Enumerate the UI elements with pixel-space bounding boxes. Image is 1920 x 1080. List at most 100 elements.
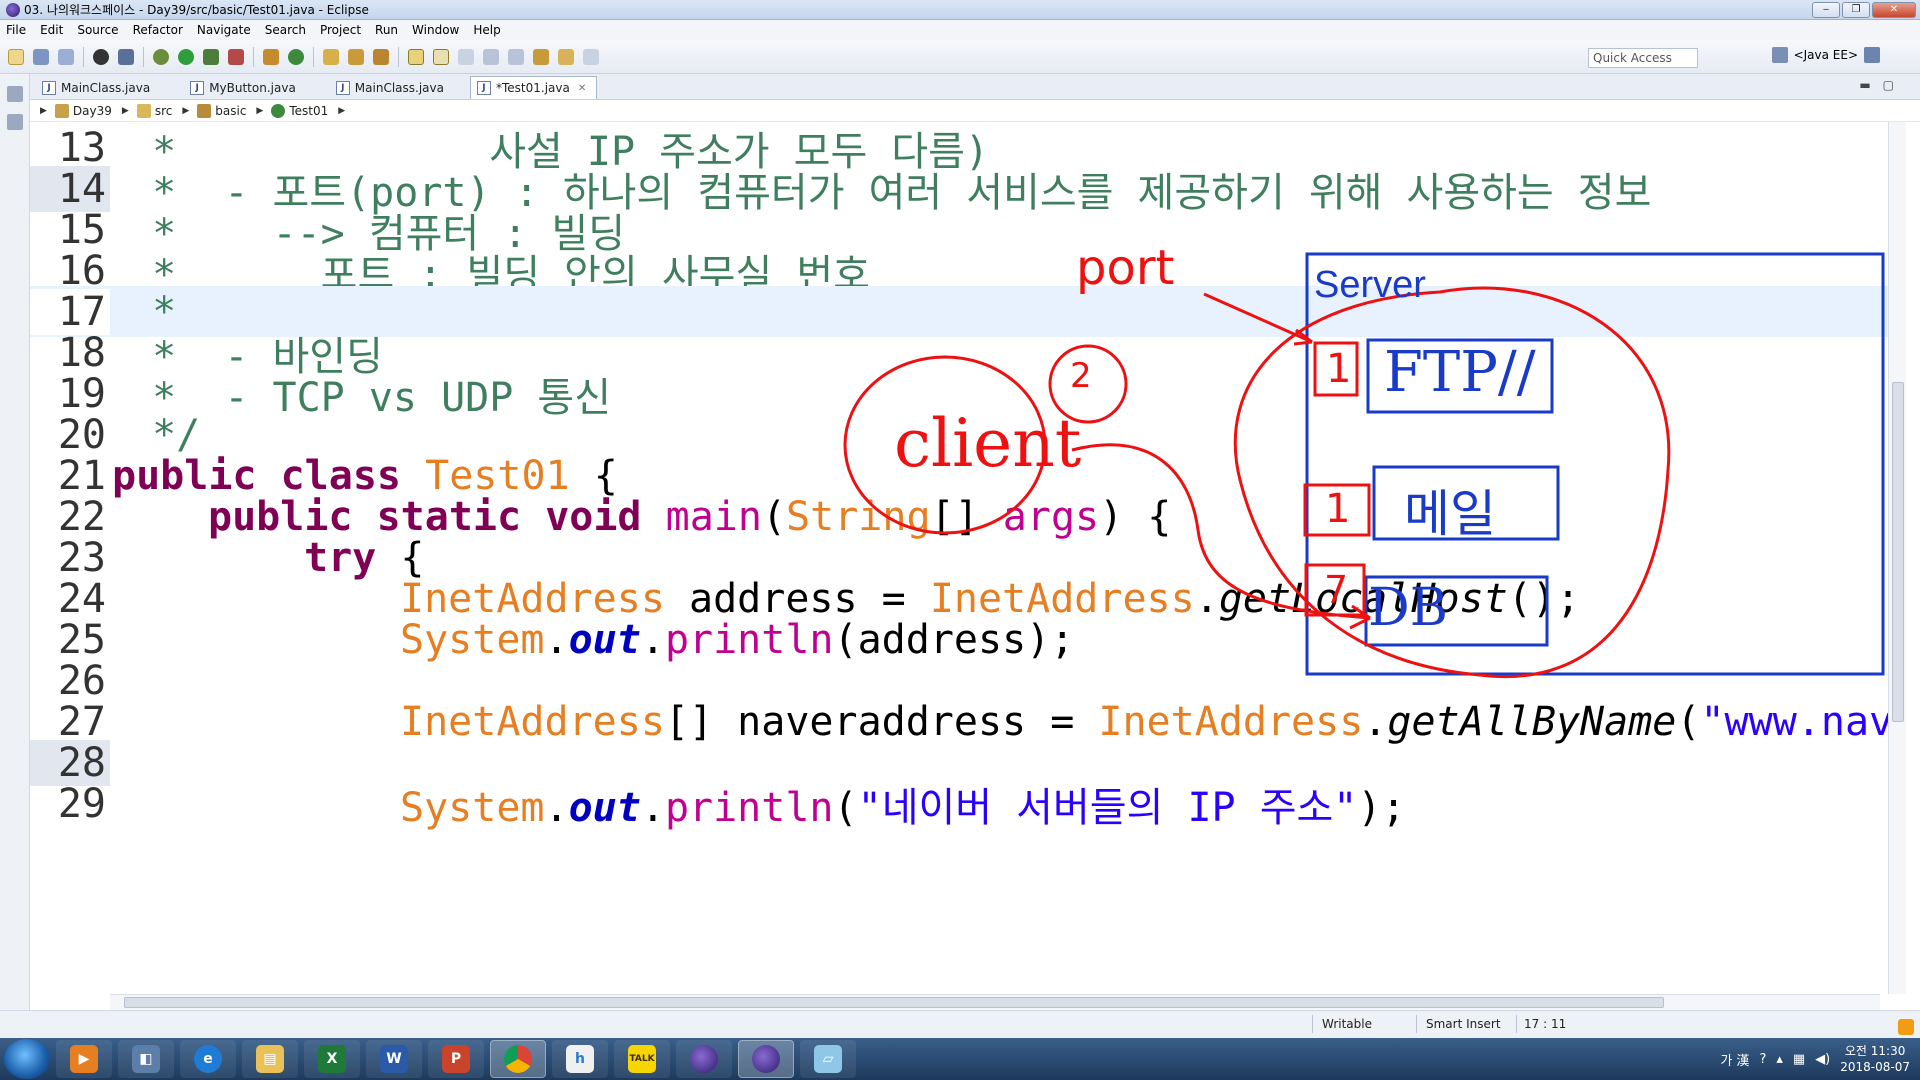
tab-mainclass-1[interactable]: J MainClass.java (36, 76, 160, 99)
ime-indicator[interactable]: 가 漢 (1720, 1050, 1749, 1069)
status-insert-mode[interactable]: Smart Insert (1426, 1017, 1501, 1031)
debug-icon[interactable] (153, 48, 169, 65)
clock[interactable]: 오전 11:30 2018-08-07 (1840, 1043, 1910, 1075)
clock-time: 오전 11:30 (1844, 1044, 1906, 1058)
taskbar-app-excel[interactable]: X (304, 1040, 360, 1078)
network-icon[interactable]: ▦ (1793, 1052, 1805, 1067)
last-edit-location-icon[interactable] (533, 48, 549, 65)
chevron-right-icon: ▶ (338, 105, 346, 116)
taskbar-app-image-viewer[interactable]: ◧ (118, 1040, 174, 1078)
perspective-java-ee[interactable]: <Java EE> (1794, 48, 1858, 62)
package-explorer-icon[interactable] (6, 114, 23, 130)
close-tab-icon[interactable]: ✕ (578, 83, 586, 94)
clock-date: 2018-08-07 (1840, 1060, 1910, 1074)
maximize-view-icon[interactable]: ▢ (1883, 78, 1906, 92)
coverage-icon[interactable] (203, 48, 219, 65)
menu-edit[interactable]: Edit (40, 23, 63, 37)
taskbar-app-media-player[interactable]: ▶ (56, 1040, 112, 1078)
close-button[interactable]: ✕ (1872, 2, 1916, 18)
external-tools-icon[interactable] (228, 48, 244, 65)
restore-button[interactable]: ❐ (1842, 2, 1870, 18)
breadcrumb-label: src (154, 103, 173, 118)
minimize-view-icon[interactable]: ▬ (1859, 78, 1882, 92)
menu-navigate[interactable]: Navigate (197, 23, 251, 37)
toggle-block-selection-icon[interactable] (433, 48, 449, 65)
open-task-icon[interactable] (348, 48, 364, 65)
horizontal-scroll-thumb[interactable] (124, 997, 1664, 1008)
tab-mybutton[interactable]: J MyButton.java (184, 76, 306, 99)
hancom-icon: h (566, 1045, 594, 1073)
breadcrumb-package[interactable]: basic (197, 103, 247, 118)
taskbar-app-powerpoint[interactable]: P (428, 1040, 484, 1078)
breadcrumb-label: basic (215, 103, 247, 118)
minimize-button[interactable]: ‒ (1812, 2, 1840, 18)
taskbar-app-hancom[interactable]: h (552, 1040, 608, 1078)
perspective-switcher[interactable]: <Java EE> (1771, 47, 1880, 63)
profile-icon[interactable] (93, 48, 109, 65)
menu-refactor[interactable]: Refactor (133, 23, 183, 37)
code-editor[interactable]: 13 * 사설 IP 주소가 모두 다름) 14 * - 포트(port) : … (30, 122, 1888, 994)
taskbar-app-eclipse-1[interactable] (676, 1040, 732, 1078)
save-icon[interactable] (33, 48, 49, 65)
open-type-icon[interactable] (323, 48, 339, 65)
chevron-right-icon: ▶ (256, 105, 264, 116)
code-line[interactable]: 29 System.out.println("네이버 서버들의 IP 주소"); (30, 778, 1888, 831)
new-icon[interactable] (8, 48, 24, 65)
breadcrumb-label: Test01 (289, 103, 329, 118)
word-icon: W (380, 1045, 408, 1073)
taskbar-app-notepad[interactable]: ▱ (800, 1040, 856, 1078)
tab-test01[interactable]: J *Test01.java ✕ (469, 76, 598, 99)
annotation-port-2: 1 (1325, 486, 1351, 532)
new-java-project-icon[interactable] (263, 48, 279, 65)
breadcrumb-class[interactable]: Test01 (271, 103, 329, 118)
taskbar-app-file-explorer[interactable]: ▤ (242, 1040, 298, 1078)
menu-project[interactable]: Project (320, 23, 361, 37)
vertical-scrollbar[interactable] (1888, 122, 1906, 994)
volume-icon[interactable]: ◀) (1815, 1052, 1830, 1067)
taskbar-app-internet-explorer[interactable]: e (180, 1040, 236, 1078)
run-icon[interactable] (178, 48, 194, 65)
chevron-right-icon: ▶ (121, 105, 129, 116)
menu-file[interactable]: File (6, 23, 26, 37)
editor-view-controls[interactable]: ▬▢ (1859, 78, 1906, 92)
taskbar-app-kakaotalk[interactable]: TALK (614, 1040, 670, 1078)
menu-run[interactable]: Run (375, 23, 398, 37)
search-icon[interactable] (373, 48, 389, 65)
menu-window[interactable]: Window (412, 23, 459, 37)
toggle-mark-occurrences-icon[interactable] (408, 48, 424, 65)
forward-icon[interactable] (583, 48, 599, 65)
start-button[interactable] (4, 1039, 50, 1079)
rss-icon[interactable] (1898, 1019, 1914, 1035)
help-icon[interactable]: ? (1759, 1052, 1766, 1067)
open-perspective-icon[interactable] (1771, 47, 1788, 63)
quick-access-input[interactable]: Quick Access (1588, 48, 1698, 68)
type-name: System (400, 784, 545, 831)
java-perspective-icon[interactable] (1864, 47, 1880, 63)
new-class-icon[interactable] (288, 48, 304, 65)
taskbar-app-chrome[interactable] (490, 1040, 546, 1078)
breadcrumb-project[interactable]: Day39 (54, 103, 112, 118)
tab-mainclass-2[interactable]: J MainClass.java (330, 76, 454, 99)
next-annotation-icon[interactable] (483, 48, 499, 65)
kakaotalk-icon: TALK (628, 1045, 656, 1073)
taskbar-app-word[interactable]: W (366, 1040, 422, 1078)
annotation-port-3: 7 (1324, 568, 1349, 612)
save-all-icon[interactable] (58, 48, 74, 65)
restore-view-icon[interactable] (6, 86, 23, 102)
skip-breakpoints-icon[interactable] (118, 48, 134, 65)
status-separator (1312, 1015, 1313, 1033)
horizontal-scrollbar[interactable] (110, 994, 1880, 1010)
windows-taskbar: ▶ ◧ e ▤ X W P h TALK ▱ 가 漢 ? ▴ ▦ ◀) 오전 1… (0, 1038, 1920, 1080)
show-whitespace-icon[interactable] (458, 48, 474, 65)
tab-label: MainClass.java (61, 80, 151, 95)
menu-source[interactable]: Source (77, 23, 118, 37)
taskbar-app-eclipse-2[interactable] (738, 1040, 794, 1078)
menu-search[interactable]: Search (265, 23, 306, 37)
vertical-scroll-thumb[interactable] (1892, 382, 1904, 722)
back-icon[interactable] (558, 48, 574, 65)
status-cursor-position: 17 : 11 (1524, 1017, 1567, 1031)
previous-annotation-icon[interactable] (508, 48, 524, 65)
breadcrumb-src[interactable]: src (136, 103, 173, 118)
show-hidden-icons-icon[interactable]: ▴ (1776, 1052, 1783, 1067)
menu-help[interactable]: Help (473, 23, 500, 37)
